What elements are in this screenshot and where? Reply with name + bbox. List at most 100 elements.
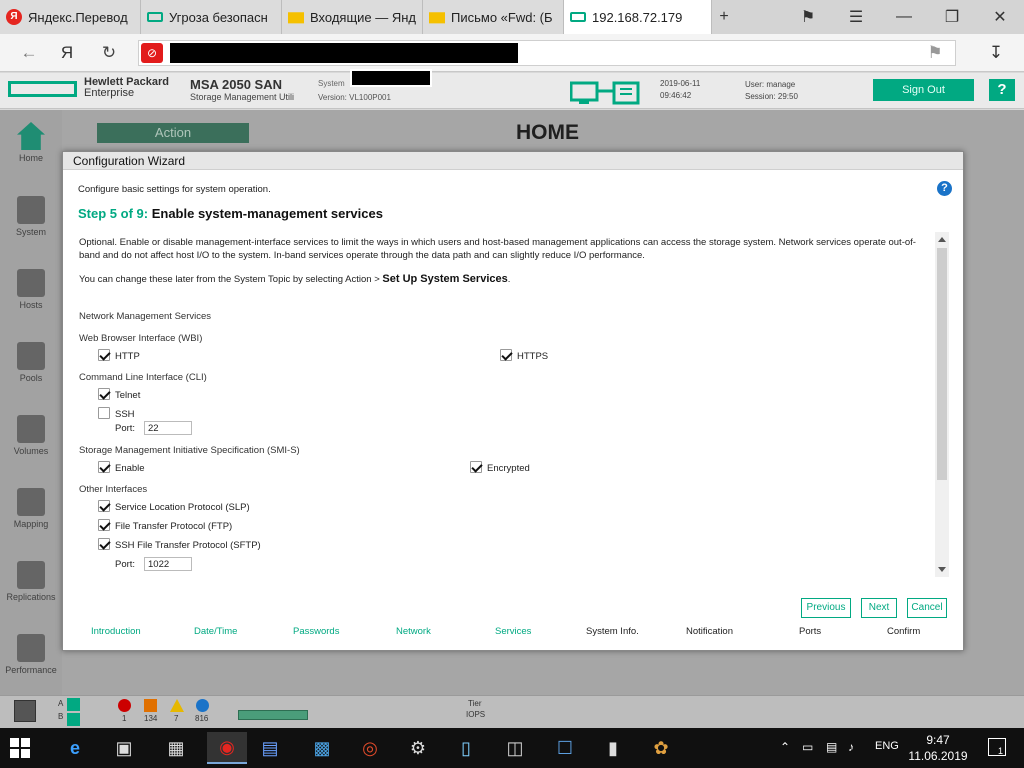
cancel-button[interactable]: Cancel bbox=[907, 598, 947, 618]
command-prompt-icon[interactable]: ▮ bbox=[593, 732, 633, 764]
scroll-up-icon[interactable] bbox=[938, 237, 946, 242]
step-system-info: System Info. bbox=[586, 626, 639, 637]
vertical-scrollbar[interactable] bbox=[935, 232, 949, 577]
ssh-checkbox[interactable] bbox=[98, 407, 110, 419]
info-icon[interactable] bbox=[196, 699, 209, 712]
volume-muted-icon[interactable]: ♪ bbox=[848, 740, 854, 754]
mail-icon bbox=[288, 12, 304, 24]
smis-group-label: Storage Management Initiative Specificat… bbox=[79, 445, 300, 456]
telnet-label: Telnet bbox=[115, 390, 141, 401]
close-window-icon[interactable]: ✕ bbox=[976, 0, 1024, 34]
sign-out-button[interactable]: Sign Out bbox=[873, 79, 974, 101]
info-count: 816 bbox=[195, 714, 209, 723]
tray-chevron-icon[interactable]: ⌃ bbox=[780, 740, 790, 754]
ftp-checkbox[interactable] bbox=[98, 519, 110, 531]
save-icon[interactable]: ▤ bbox=[250, 732, 290, 764]
tab-label: Письмо «Fwd: (Б bbox=[451, 9, 553, 25]
controller-b-label: B bbox=[58, 712, 64, 721]
menu-icon[interactable]: ☰ bbox=[832, 0, 880, 34]
minimize-icon[interactable]: — bbox=[880, 0, 928, 34]
scroll-down-icon[interactable] bbox=[938, 567, 946, 572]
bookmark-manager-icon[interactable]: ⚑ bbox=[784, 0, 832, 34]
header-datetime: 2019-06-11 09:46:42 bbox=[660, 78, 700, 102]
reload-icon[interactable]: ↻ bbox=[96, 41, 122, 65]
product-title: MSA 2050 SAN bbox=[190, 77, 282, 92]
new-tab-button[interactable]: + bbox=[700, 0, 748, 34]
paint-icon[interactable]: ✿ bbox=[641, 732, 681, 764]
scroll-thumb[interactable] bbox=[937, 248, 947, 480]
smis-encrypted-checkbox[interactable] bbox=[470, 461, 482, 473]
header-date: 2019-06-11 bbox=[660, 79, 701, 88]
browser-tab-letter[interactable]: Письмо «Fwd: (Б bbox=[423, 0, 564, 34]
previous-button[interactable]: Previous bbox=[801, 598, 851, 618]
error-icon[interactable] bbox=[144, 699, 157, 712]
system-version: Version: VL100P001 bbox=[318, 93, 391, 102]
https-checkbox[interactable] bbox=[500, 349, 512, 361]
controller-icon bbox=[14, 700, 36, 722]
system-label: System bbox=[318, 79, 345, 88]
restore-icon[interactable]: ❐ bbox=[928, 0, 976, 34]
next-button[interactable]: Next bbox=[861, 598, 897, 618]
services-scroll-pane[interactable]: Optional. Enable or disable management-i… bbox=[76, 232, 951, 577]
system-monitor-icon[interactable] bbox=[570, 81, 640, 105]
later-text: You can change these later from the Syst… bbox=[79, 274, 380, 285]
hpe-icon bbox=[147, 12, 163, 22]
mail-icon bbox=[429, 12, 445, 24]
critical-icon[interactable] bbox=[118, 699, 131, 712]
yandex-logo-button[interactable]: Я bbox=[54, 41, 80, 65]
capacity-bar bbox=[238, 710, 308, 720]
internet-explorer-icon[interactable]: e bbox=[55, 732, 95, 764]
control-panel-icon[interactable]: ▦ bbox=[156, 732, 196, 764]
language-indicator[interactable]: ENG bbox=[875, 740, 899, 752]
taskbar-clock[interactable]: 9:47 11.06.2019 bbox=[908, 732, 968, 764]
insecure-connection-icon[interactable]: ⊘ bbox=[141, 43, 163, 63]
browser-tab-security-threat[interactable]: Угроза безопасн bbox=[141, 0, 282, 34]
tab-label: Угроза безопасн bbox=[169, 9, 268, 25]
step-passwords[interactable]: Passwords bbox=[293, 626, 339, 637]
compass-icon[interactable]: ◎ bbox=[350, 732, 390, 764]
notepad-icon[interactable]: ▯ bbox=[446, 732, 486, 764]
smis-enable-checkbox[interactable] bbox=[98, 461, 110, 473]
bookmark-icon[interactable]: ⚑ bbox=[922, 41, 948, 65]
help-icon[interactable]: ? bbox=[937, 181, 952, 196]
notification-center-icon[interactable]: 1 bbox=[988, 738, 1006, 756]
warning-icon[interactable] bbox=[170, 699, 184, 712]
slp-checkbox[interactable] bbox=[98, 500, 110, 512]
telnet-checkbox[interactable] bbox=[98, 388, 110, 400]
yandex-browser-icon[interactable]: ◉ bbox=[207, 732, 247, 764]
browser-tab-inbox[interactable]: Входящие — Янд bbox=[282, 0, 423, 34]
step-date-time[interactable]: Date/Time bbox=[194, 626, 237, 637]
network-connection-icon[interactable]: ☐ bbox=[545, 732, 585, 764]
header-session: Session: 29:50 bbox=[745, 92, 798, 101]
tray-device-icon[interactable]: ▭ bbox=[802, 740, 813, 754]
controller-a-label: A bbox=[58, 699, 64, 708]
back-arrow-icon[interactable]: ← bbox=[16, 41, 42, 65]
configuration-wizard-dialog: Configuration Wizard Configure basic set… bbox=[62, 151, 964, 651]
file-explorer-icon[interactable]: ▣ bbox=[104, 732, 144, 764]
ssh-port-input[interactable] bbox=[144, 421, 192, 435]
slp-label: Service Location Protocol (SLP) bbox=[115, 502, 250, 513]
download-icon[interactable]: ↧ bbox=[983, 41, 1009, 65]
step-confirm: Confirm bbox=[887, 626, 921, 637]
tray-network-icon[interactable]: ▤ bbox=[826, 740, 837, 754]
step-services[interactable]: Services bbox=[495, 626, 531, 637]
critical-count: 1 bbox=[122, 714, 127, 723]
step-introduction[interactable]: Introduction bbox=[91, 626, 141, 637]
http-checkbox[interactable] bbox=[98, 349, 110, 361]
warning-count: 7 bbox=[174, 714, 179, 723]
server-icon[interactable]: ◫ bbox=[495, 732, 535, 764]
browser-tab-yandex-translate[interactable]: Я Яндекс.Перевод bbox=[0, 0, 141, 34]
windows-start-icon[interactable] bbox=[10, 738, 30, 758]
step-network[interactable]: Network bbox=[396, 626, 431, 637]
network-app-icon[interactable]: ▩ bbox=[302, 732, 342, 764]
step-notification: Notification bbox=[686, 626, 733, 637]
hpe-icon bbox=[570, 12, 586, 22]
sftp-port-input[interactable] bbox=[144, 557, 192, 571]
sftp-label: SSH File Transfer Protocol (SFTP) bbox=[115, 540, 261, 551]
redacted-url bbox=[170, 43, 518, 63]
help-button[interactable]: ? bbox=[989, 79, 1015, 101]
browser-tab-active-msa[interactable]: 192.168.72.179 bbox=[564, 0, 712, 34]
settings-gear-icon[interactable]: ⚙ bbox=[398, 732, 438, 764]
sftp-checkbox[interactable] bbox=[98, 538, 110, 550]
header-user-info: User: manage Session: 29:50 bbox=[745, 79, 798, 103]
